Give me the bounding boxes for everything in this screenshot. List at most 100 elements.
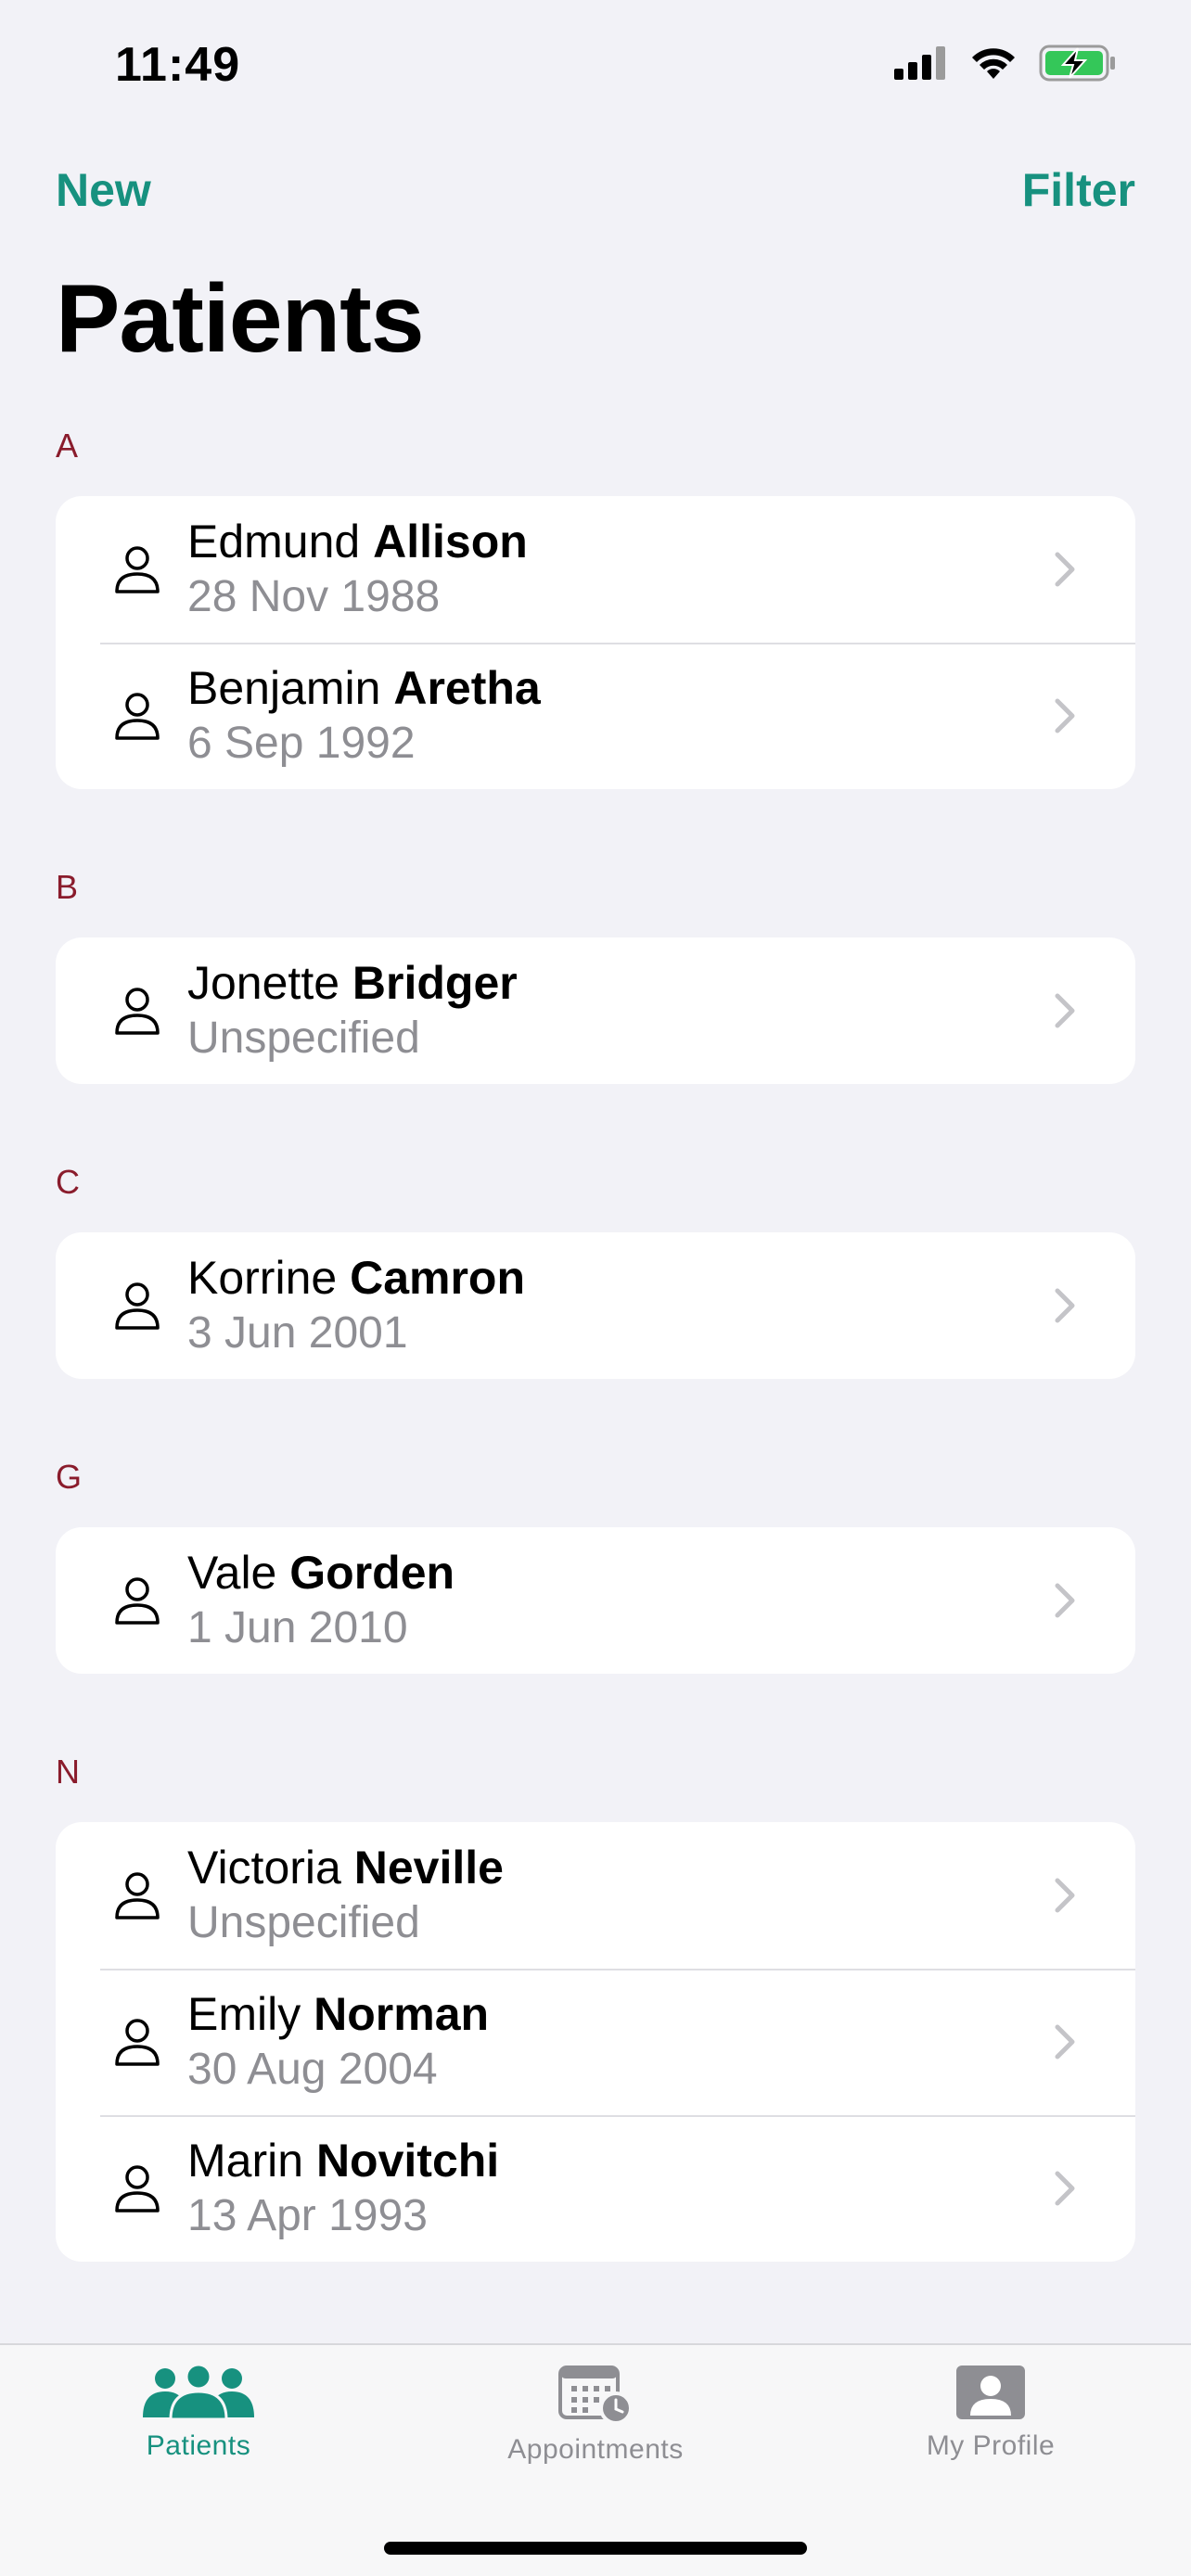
section-a: A Edmund Allison 28 Nov 1988 Benjamin Ar… xyxy=(0,422,1191,789)
section-header: C xyxy=(56,1163,80,1201)
person-icon xyxy=(115,693,160,740)
people-icon xyxy=(143,2364,254,2421)
status-icons xyxy=(894,45,1117,82)
home-indicator xyxy=(384,2542,807,2555)
section-c: C Korrine Camron 3 Jun 2001 xyxy=(0,1158,1191,1379)
patient-row[interactable]: Victoria Neville Unspecified xyxy=(56,1822,1135,1969)
chevron-right-icon xyxy=(1055,552,1075,587)
person-icon xyxy=(115,988,160,1035)
patient-first-name: Benjamin xyxy=(187,662,381,714)
patient-first-name: Vale xyxy=(187,1547,277,1599)
patient-first-name: Victoria xyxy=(187,1842,341,1894)
profile-card-icon xyxy=(956,2366,1025,2419)
chevron-right-icon xyxy=(1055,1288,1075,1323)
patient-last-name: Neville xyxy=(353,1842,504,1894)
patient-last-name: Allison xyxy=(373,516,528,567)
patient-name: Jonette Bridger xyxy=(187,955,1046,1011)
patient-dob: 30 Aug 2004 xyxy=(187,2045,438,2094)
person-icon xyxy=(115,2165,160,2213)
patient-first-name: Marin xyxy=(187,2135,304,2187)
patient-name: Korrine Camron xyxy=(187,1250,1046,1306)
section-g: G Vale Gorden 1 Jun 2010 xyxy=(0,1453,1191,1674)
patient-last-name: Gorden xyxy=(289,1547,455,1599)
patient-row[interactable]: Marin Novitchi 13 Apr 1993 xyxy=(56,2115,1135,2262)
patient-group-card: Edmund Allison 28 Nov 1988 Benjamin Aret… xyxy=(56,496,1135,789)
patient-group-card: Korrine Camron 3 Jun 2001 xyxy=(56,1232,1135,1379)
tab-patients[interactable]: Patients xyxy=(50,2364,347,2462)
patient-text: Victoria Neville Unspecified xyxy=(187,1840,1046,1951)
person-icon xyxy=(115,1282,160,1330)
wifi-icon xyxy=(972,48,1015,79)
patient-text: Jonette Bridger Unspecified xyxy=(187,955,1046,1066)
patient-first-name: Jonette xyxy=(187,957,340,1009)
patient-name: Emily Norman xyxy=(187,1986,1046,2042)
section-header: S xyxy=(56,2336,1191,2341)
calendar-clock-icon xyxy=(558,2366,633,2425)
patient-dob: 28 Nov 1988 xyxy=(187,572,441,621)
patient-row[interactable]: Vale Gorden 1 Jun 2010 xyxy=(56,1527,1135,1674)
filter-button[interactable]: Filter xyxy=(1022,163,1135,217)
patient-text: Benjamin Aretha 6 Sep 1992 xyxy=(187,660,1046,772)
patient-row[interactable]: Edmund Allison 28 Nov 1988 xyxy=(56,496,1135,643)
section-s: S xyxy=(0,2336,1191,2341)
page-title: Patients xyxy=(56,265,425,373)
patient-text: Vale Gorden 1 Jun 2010 xyxy=(187,1545,1046,1656)
status-time: 11:49 xyxy=(115,38,241,92)
patient-first-name: Edmund xyxy=(187,516,361,567)
chevron-right-icon xyxy=(1055,1583,1075,1618)
tab-my-profile[interactable]: My Profile xyxy=(842,2364,1139,2462)
patient-dob: 13 Apr 1993 xyxy=(187,2191,428,2240)
patient-last-name: Bridger xyxy=(352,957,518,1009)
person-icon xyxy=(115,2019,160,2066)
patient-dob: 6 Sep 1992 xyxy=(187,719,416,768)
battery-charging-icon xyxy=(1039,45,1115,82)
patient-list[interactable]: A Edmund Allison 28 Nov 1988 Benjamin Ar… xyxy=(0,422,1191,2341)
chevron-right-icon xyxy=(1055,1878,1075,1913)
new-button[interactable]: New xyxy=(56,163,151,217)
person-icon xyxy=(115,1872,160,1919)
patient-row[interactable]: Benjamin Aretha 6 Sep 1992 xyxy=(56,643,1135,789)
patient-name: Benjamin Aretha xyxy=(187,660,1046,716)
patient-row[interactable]: Jonette Bridger Unspecified xyxy=(56,937,1135,1084)
patient-name: Marin Novitchi xyxy=(187,2133,1046,2188)
patient-text: Edmund Allison 28 Nov 1988 xyxy=(187,514,1046,625)
section-n: N Victoria Neville Unspecified Emily Nor… xyxy=(0,1748,1191,2262)
tab-appointments[interactable]: Appointments xyxy=(447,2364,744,2466)
patient-text: Marin Novitchi 13 Apr 1993 xyxy=(187,2133,1046,2244)
cellular-signal-icon xyxy=(894,46,945,80)
patient-first-name: Korrine xyxy=(187,1252,338,1304)
patient-group-card: Vale Gorden 1 Jun 2010 xyxy=(56,1527,1135,1674)
patient-name: Edmund Allison xyxy=(187,514,1046,569)
chevron-right-icon xyxy=(1055,993,1075,1028)
section-b: B Jonette Bridger Unspecified xyxy=(0,863,1191,1084)
section-header: B xyxy=(56,868,79,906)
patient-dob: Unspecified xyxy=(187,1014,420,1063)
patient-dob: 3 Jun 2001 xyxy=(187,1308,408,1358)
chevron-right-icon xyxy=(1055,2171,1075,2206)
status-bar: 11:49 xyxy=(0,0,1191,139)
patient-name: Vale Gorden xyxy=(187,1545,1046,1600)
section-header: N xyxy=(56,1753,80,1791)
chevron-right-icon xyxy=(1055,698,1075,733)
patient-last-name: Aretha xyxy=(393,662,541,714)
patient-row[interactable]: Emily Norman 30 Aug 2004 xyxy=(56,1969,1135,2115)
section-header: G xyxy=(56,1458,83,1496)
patient-group-card: Jonette Bridger Unspecified xyxy=(56,937,1135,1084)
tab-patients-label: Patients xyxy=(146,2430,251,2461)
patient-text: Korrine Camron 3 Jun 2001 xyxy=(187,1250,1046,1361)
patient-last-name: Norman xyxy=(314,1988,490,2040)
tab-my-profile-label: My Profile xyxy=(926,2430,1056,2461)
patient-last-name: Camron xyxy=(350,1252,526,1304)
navigation-bar: New Filter xyxy=(0,158,1191,232)
person-icon xyxy=(115,1577,160,1625)
patient-text: Emily Norman 30 Aug 2004 xyxy=(187,1986,1046,2098)
patient-dob: 1 Jun 2010 xyxy=(187,1603,408,1652)
patient-last-name: Novitchi xyxy=(315,2135,500,2187)
patient-name: Victoria Neville xyxy=(187,1840,1046,1895)
tab-appointments-label: Appointments xyxy=(507,2434,684,2465)
patient-dob: Unspecified xyxy=(187,1898,420,1947)
patient-first-name: Emily xyxy=(187,1988,301,2040)
chevron-right-icon xyxy=(1055,2024,1075,2060)
section-header: A xyxy=(56,427,79,465)
patient-row[interactable]: Korrine Camron 3 Jun 2001 xyxy=(56,1232,1135,1379)
